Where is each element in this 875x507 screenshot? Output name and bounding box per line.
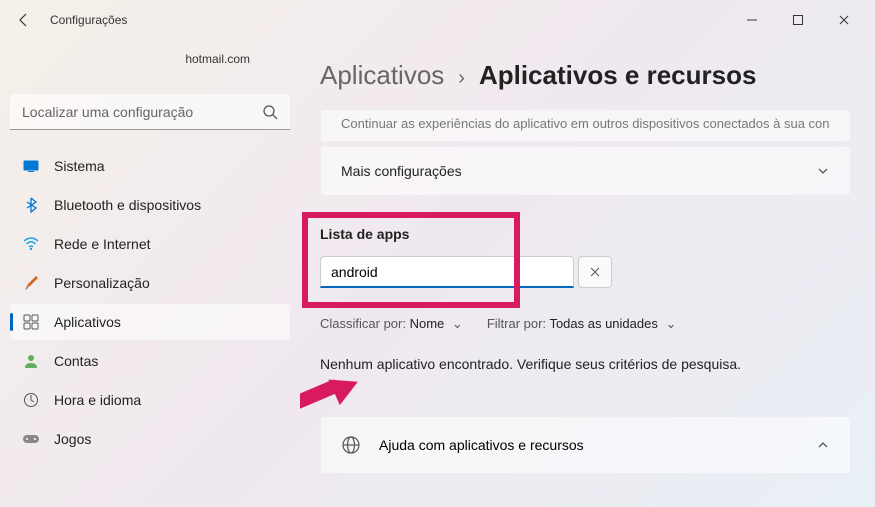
sidebar-item-label: Aplicativos <box>54 314 121 330</box>
wifi-icon <box>22 235 40 253</box>
minimize-button[interactable] <box>729 4 775 36</box>
globe-icon <box>341 435 361 455</box>
filter-dropdown[interactable]: Filtrar por: Todas as unidades ⌄ <box>487 316 677 332</box>
chevron-up-icon <box>816 438 830 452</box>
chevron-down-icon: ⌄ <box>665 316 676 331</box>
window-title: Configurações <box>50 13 127 27</box>
sidebar-item-label: Jogos <box>54 431 91 447</box>
close-icon <box>590 267 600 277</box>
sidebar-item-label: Personalização <box>54 275 150 291</box>
card-more-settings[interactable]: Mais configurações <box>320 146 851 196</box>
sidebar-item-label: Rede e Internet <box>54 236 151 252</box>
sidebar-item-bluetooth[interactable]: Bluetooth e dispositivos <box>10 187 290 223</box>
help-title: Ajuda com aplicativos e recursos <box>379 437 798 453</box>
clear-search-button[interactable] <box>578 256 612 288</box>
breadcrumb: Aplicativos › Aplicativos e recursos <box>320 60 851 91</box>
sidebar-item-label: Bluetooth e dispositivos <box>54 197 201 213</box>
close-button[interactable] <box>821 4 867 36</box>
sidebar-item-label: Sistema <box>54 158 105 174</box>
card-subtitle: Continuar as experiências do aplicativo … <box>341 116 830 131</box>
sidebar-item-rede[interactable]: Rede e Internet <box>10 226 290 262</box>
sidebar-item-personalizacao[interactable]: Personalização <box>10 265 290 301</box>
sidebar-item-label: Hora e idioma <box>54 392 141 408</box>
sort-label: Classificar por: <box>320 316 406 331</box>
sidebar-item-hora[interactable]: Hora e idioma <box>10 382 290 418</box>
no-results-message: Nenhum aplicativo encontrado. Verifique … <box>320 356 851 372</box>
paintbrush-icon <box>22 274 40 292</box>
account-email: hotmail.com <box>10 40 290 94</box>
card-help[interactable]: Ajuda com aplicativos e recursos <box>320 416 851 474</box>
chevron-down-icon: ⌄ <box>452 316 463 331</box>
card-shared-experiences[interactable]: Continuar as experiências do aplicativo … <box>320 109 851 142</box>
sidebar-item-sistema[interactable]: Sistema <box>10 148 290 184</box>
app-list-search-input[interactable] <box>320 256 574 288</box>
chevron-down-icon <box>816 164 830 178</box>
person-icon <box>22 352 40 370</box>
settings-search-input[interactable] <box>10 94 290 130</box>
page-title: Aplicativos e recursos <box>479 60 756 91</box>
bluetooth-icon <box>22 196 40 214</box>
sidebar-item-label: Contas <box>54 353 98 369</box>
filter-label: Filtrar por: <box>487 316 546 331</box>
sidebar-item-aplicativos[interactable]: Aplicativos <box>10 304 290 340</box>
sidebar-item-contas[interactable]: Contas <box>10 343 290 379</box>
app-list-title: Lista de apps <box>320 226 851 242</box>
gamepad-icon <box>22 430 40 448</box>
sort-value: Nome <box>410 316 445 331</box>
clock-globe-icon <box>22 391 40 409</box>
apps-icon <box>22 313 40 331</box>
display-icon <box>22 157 40 175</box>
search-icon <box>262 104 278 120</box>
sidebar-item-jogos[interactable]: Jogos <box>10 421 290 457</box>
chevron-right-icon: › <box>458 67 465 90</box>
sort-dropdown[interactable]: Classificar por: Nome ⌄ <box>320 316 463 332</box>
back-button[interactable] <box>8 4 40 36</box>
breadcrumb-parent[interactable]: Aplicativos <box>320 60 444 91</box>
maximize-button[interactable] <box>775 4 821 36</box>
card-title: Mais configurações <box>341 163 462 179</box>
filter-value: Todas as unidades <box>549 316 657 331</box>
